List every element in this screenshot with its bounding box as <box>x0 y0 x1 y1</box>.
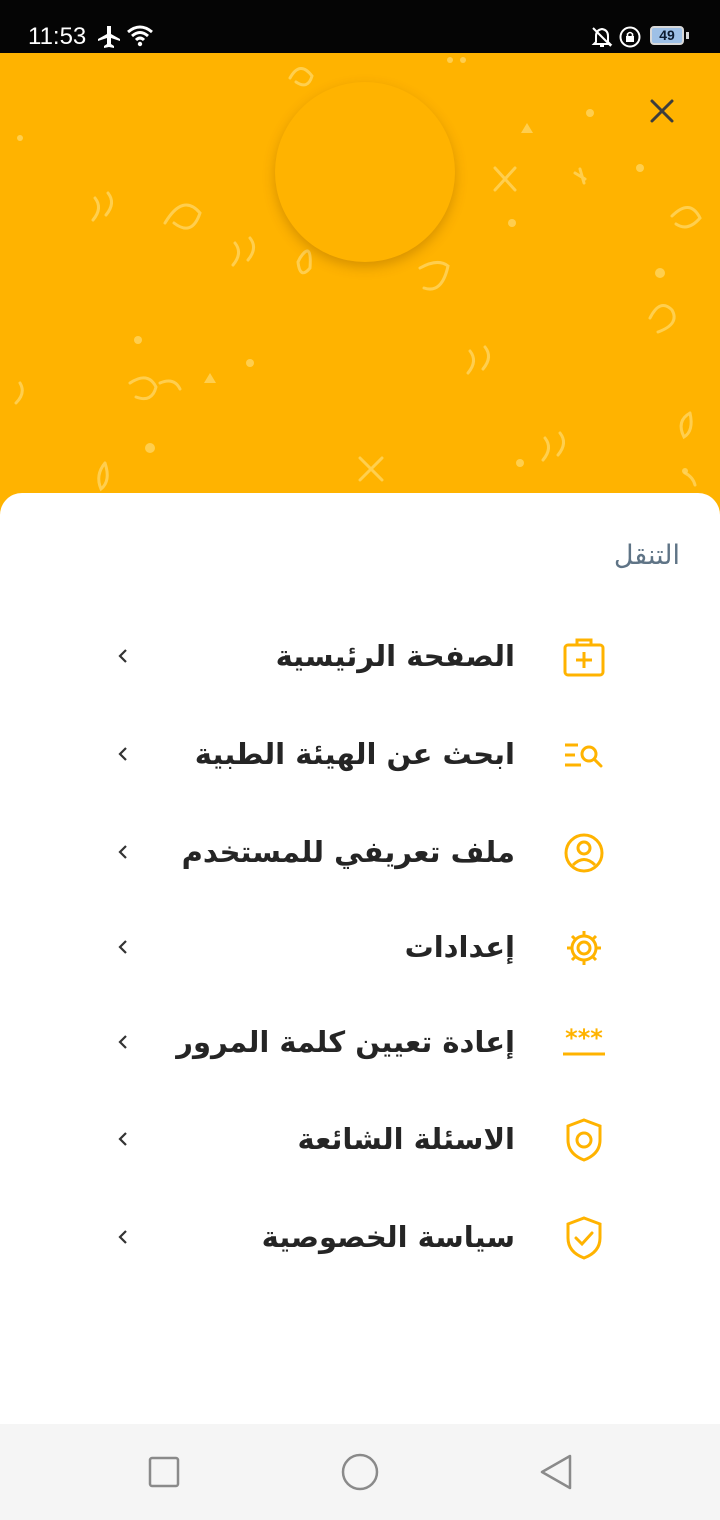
search-list-icon <box>565 743 603 768</box>
svg-text:***: *** <box>565 1024 603 1052</box>
airplane-icon <box>98 26 120 48</box>
system-nav-bar <box>0 1424 720 1520</box>
menu-label: ابحث عن الهيئة الطبية <box>194 737 515 771</box>
gear-icon <box>567 931 601 965</box>
chevron-left-icon <box>118 747 127 761</box>
menu-label: ملف تعريفي للمستخدم <box>181 835 515 869</box>
home-icon[interactable] <box>336 1448 384 1496</box>
recent-apps-icon[interactable] <box>140 1448 188 1496</box>
menu-label: إعدادات <box>404 930 515 964</box>
chevron-left-icon <box>118 649 127 663</box>
menu-label: الصفحة الرئيسية <box>275 639 515 673</box>
status-bar: 11:53 49 <box>0 0 720 53</box>
avatar[interactable] <box>275 82 455 262</box>
chevron-left-icon <box>118 1035 127 1049</box>
menu-item-find-medical[interactable]: ابحث عن الهيئة الطبية <box>0 710 720 800</box>
battery-tip <box>686 32 689 39</box>
menu-item-user-profile[interactable]: ملف تعريفي للمستخدم <box>0 808 720 898</box>
menu-label: إعادة تعيين كلمة المرور <box>176 1025 515 1059</box>
menu-item-settings[interactable]: إعدادات <box>0 903 720 993</box>
section-title: التنقل <box>613 540 680 571</box>
notifications-off-icon <box>591 27 613 47</box>
chevron-left-icon <box>118 940 127 954</box>
menu-item-faq[interactable]: الاسئلة الشائعة <box>0 1095 720 1185</box>
medical-kit-icon <box>563 638 605 677</box>
menu-item-reset-password[interactable]: *** إعادة تعيين كلمة المرور <box>0 998 720 1088</box>
battery-icon: 49 <box>650 26 684 45</box>
menu-label: الاسئلة الشائعة <box>297 1122 516 1156</box>
app-screen: 11:53 49 التنقل الصفحة الرئيسية ابحث عن … <box>0 0 720 1520</box>
chevron-left-icon <box>118 1230 127 1244</box>
battery-level: 49 <box>659 27 675 43</box>
back-icon[interactable] <box>532 1448 580 1496</box>
wifi-icon <box>127 25 153 47</box>
chevron-left-icon <box>118 845 127 859</box>
user-profile-icon <box>564 833 604 873</box>
menu-item-privacy-policy[interactable]: سياسة الخصوصية <box>0 1193 720 1283</box>
drawer-header <box>0 53 720 523</box>
shield-check-icon <box>566 1216 602 1260</box>
shield-user-icon <box>566 1118 602 1162</box>
password-icon: *** <box>563 1024 605 1056</box>
menu-label: سياسة الخصوصية <box>261 1220 515 1254</box>
status-time: 11:53 <box>28 23 87 50</box>
navigation-sheet: التنقل الصفحة الرئيسية ابحث عن الهيئة ال… <box>0 493 720 1424</box>
chevron-left-icon <box>118 1132 127 1146</box>
rotation-lock-icon <box>619 26 641 48</box>
menu-item-home[interactable]: الصفحة الرئيسية <box>0 612 720 702</box>
close-icon[interactable] <box>638 87 686 135</box>
